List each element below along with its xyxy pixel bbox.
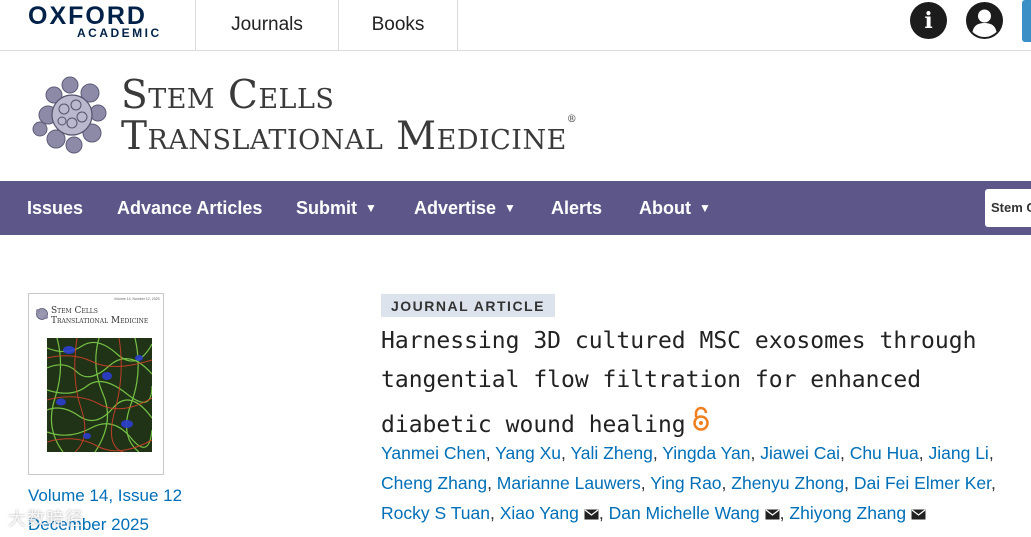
author-link[interactable]: Xiao Yang xyxy=(500,503,579,523)
cover-title-line1: Stem Cells xyxy=(51,306,98,316)
cell-cluster-logo-icon[interactable] xyxy=(28,71,114,157)
issue-cover-image[interactable]: Volume 14, Number 12, 2025 Stem Cells Tr… xyxy=(28,293,164,475)
top-bar: OXFORD ACADEMIC Journals Books i xyxy=(0,0,1031,51)
author-link[interactable]: Dai Fei Elmer Ker xyxy=(854,473,991,493)
journals-link[interactable]: Journals xyxy=(195,0,338,50)
author-link[interactable]: Yanmei Chen xyxy=(381,443,486,463)
author-link[interactable]: Marianne Lauwers xyxy=(497,473,641,493)
issue-volume-link[interactable]: Volume 14, Issue 12 xyxy=(28,486,182,506)
email-icon[interactable] xyxy=(584,509,599,520)
author-separator: , xyxy=(721,473,732,493)
author-separator: , xyxy=(918,443,929,463)
journal-nav-bar: Issues Advance Articles Submit ▼ Advertis… xyxy=(0,181,1031,235)
author-list-row1: Yanmei Chen, Yang Xu, Yali Zheng, Yingda… xyxy=(381,443,994,464)
chevron-down-icon: ▼ xyxy=(698,201,711,215)
cover-micrograph xyxy=(47,338,152,452)
author-separator: , xyxy=(489,503,500,523)
side-tab[interactable] xyxy=(1022,0,1031,42)
author-link[interactable]: Jiang Li xyxy=(929,443,989,463)
article-title-line3: diabetic wound healing xyxy=(381,406,710,438)
cover-title-line2: Translational Medicine xyxy=(51,316,149,326)
author-link[interactable]: Rocky S Tuan xyxy=(381,503,490,523)
registered-mark: ® xyxy=(566,114,578,125)
person-icon xyxy=(972,9,997,37)
author-list-row3: Rocky S Tuan, Xiao Yang, Dan Michelle Wa… xyxy=(381,503,926,524)
nav-alerts[interactable]: Alerts xyxy=(551,181,602,235)
author-separator: , xyxy=(640,473,651,493)
author-separator: , xyxy=(990,473,996,493)
article-title-line3-text: diabetic wound healing xyxy=(381,412,686,438)
journal-title-line2[interactable]: Translational Medicine® xyxy=(121,114,577,159)
author-separator: , xyxy=(844,473,854,493)
email-icon[interactable] xyxy=(765,509,780,520)
nav-submit-label: Submit xyxy=(296,197,357,218)
author-link[interactable]: Yang Xu xyxy=(495,443,561,463)
nav-about-label: About xyxy=(639,197,691,218)
books-link[interactable]: Books xyxy=(338,0,458,50)
article-type-badge: JOURNAL ARTICLE xyxy=(381,294,555,317)
oxford-academic-logo[interactable]: OXFORD ACADEMIC xyxy=(28,2,168,42)
author-separator: , xyxy=(779,503,790,523)
chevron-down-icon: ▼ xyxy=(504,201,516,215)
author-link[interactable]: Yingda Yan xyxy=(662,443,750,463)
cover-volume-text: Volume 14, Number 12, 2025 xyxy=(114,297,160,301)
author-separator: , xyxy=(598,503,609,523)
author-link[interactable]: Cheng Zhang xyxy=(381,473,487,493)
nav-advance-articles[interactable]: Advance Articles xyxy=(117,181,262,235)
nav-issues-label: Issues xyxy=(27,197,84,218)
journal-title-line2-text: Translational Medicine xyxy=(121,114,567,159)
cover-logo-icon xyxy=(36,308,48,320)
nav-submit[interactable]: Submit ▼ xyxy=(296,181,377,235)
nav-issues[interactable]: Issues xyxy=(27,181,83,235)
author-list-row2: Cheng Zhang, Marianne Lauwers, Ying Rao,… xyxy=(381,473,996,494)
account-icon[interactable] xyxy=(966,2,1003,39)
author-separator: , xyxy=(652,443,663,463)
open-lock-icon xyxy=(692,406,709,431)
article-title-line1: Harnessing 3D cultured MSC exosomes thro… xyxy=(381,328,977,354)
author-link[interactable]: Chu Hua xyxy=(850,443,919,463)
author-separator: , xyxy=(750,443,761,463)
author-separator: , xyxy=(487,473,497,493)
open-access-icon[interactable] xyxy=(692,406,710,438)
email-icon[interactable] xyxy=(911,509,926,520)
author-link[interactable]: Zhenyu Zhong xyxy=(731,473,844,493)
nav-advertise-label: Advertise xyxy=(414,197,497,218)
journal-title-line1[interactable]: Stem Cells xyxy=(121,73,334,118)
author-separator: , xyxy=(485,443,496,463)
author-link[interactable]: Yali Zheng xyxy=(570,443,652,463)
author-separator: , xyxy=(988,443,994,463)
author-separator: , xyxy=(839,443,850,463)
info-icon[interactable]: i xyxy=(910,2,947,39)
author-link[interactable]: Ying Rao xyxy=(650,473,721,493)
watermark-text: 大数暗径 xyxy=(8,509,84,529)
brand-sub: ACADEMIC xyxy=(77,26,162,40)
nav-alerts-label: Alerts xyxy=(551,197,603,218)
journal-search-input[interactable]: Stem C xyxy=(985,189,1031,227)
article-title-line2: tangential flow filtration for enhanced xyxy=(381,367,922,393)
nav-about[interactable]: About ▼ xyxy=(639,181,711,235)
nav-advance-articles-label: Advance Articles xyxy=(117,197,263,218)
author-link[interactable]: Zhiyong Zhang xyxy=(789,503,906,523)
chevron-down-icon: ▼ xyxy=(365,201,377,215)
journal-masthead: Stem Cells Translational Medicine® xyxy=(0,51,1031,181)
author-link[interactable]: Dan Michelle Wang xyxy=(609,503,760,523)
nav-advertise[interactable]: Advertise ▼ xyxy=(414,181,516,235)
author-link[interactable]: Jiawei Cai xyxy=(760,443,840,463)
